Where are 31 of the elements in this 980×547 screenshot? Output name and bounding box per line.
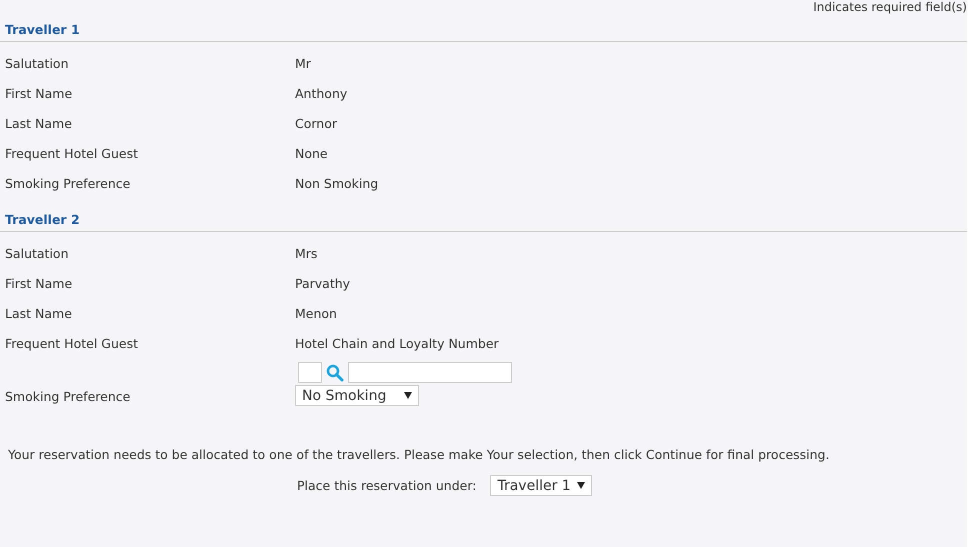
field-value: Mrs: [295, 245, 318, 263]
field-value: Hotel Chain and Loyalty Number: [295, 335, 500, 353]
field-label: First Name: [4, 275, 74, 293]
field-label: Last Name: [4, 305, 73, 323]
field-value: Cornor: [295, 115, 338, 133]
field-label: Smoking Preference: [4, 388, 132, 406]
field-label: Frequent Hotel Guest: [4, 335, 139, 353]
loyalty-number-field[interactable]: [348, 362, 512, 383]
caret-icon: [577, 482, 586, 489]
field-value: Menon: [295, 305, 337, 323]
field-label: Salutation: [4, 245, 70, 263]
search-icon[interactable]: [326, 364, 344, 382]
instruction-text: Your reservation needs to be allocated to one of the travellers. Please make Your selection, then click Continue for final processing.: [8, 446, 830, 464]
field-label: Last Name: [4, 115, 73, 133]
caret-icon: [404, 392, 412, 399]
chain-code-field[interactable]: [298, 362, 322, 383]
section-heading: Traveller 1: [0, 16, 967, 42]
placement-label: Place this reservation under:: [297, 478, 476, 493]
field-label: Salutation: [4, 55, 70, 73]
field-value: Mr: [295, 55, 311, 73]
field-label: First Name: [4, 85, 74, 103]
field-value: None: [295, 145, 328, 163]
field-value: Anthony: [295, 85, 348, 103]
traveller-dropdown[interactable]: Traveller 1: [490, 475, 592, 496]
section-heading: Traveller 2: [0, 206, 967, 232]
field-label: Frequent Hotel Guest: [4, 145, 139, 163]
field-value: Parvathy: [295, 275, 350, 293]
field-value: Non Smoking: [295, 175, 378, 193]
field-label: Smoking Preference: [4, 175, 132, 193]
smoking-dropdown[interactable]: No Smoking: [295, 385, 419, 406]
required-note: Indicates required field(s): [813, 0, 967, 16]
